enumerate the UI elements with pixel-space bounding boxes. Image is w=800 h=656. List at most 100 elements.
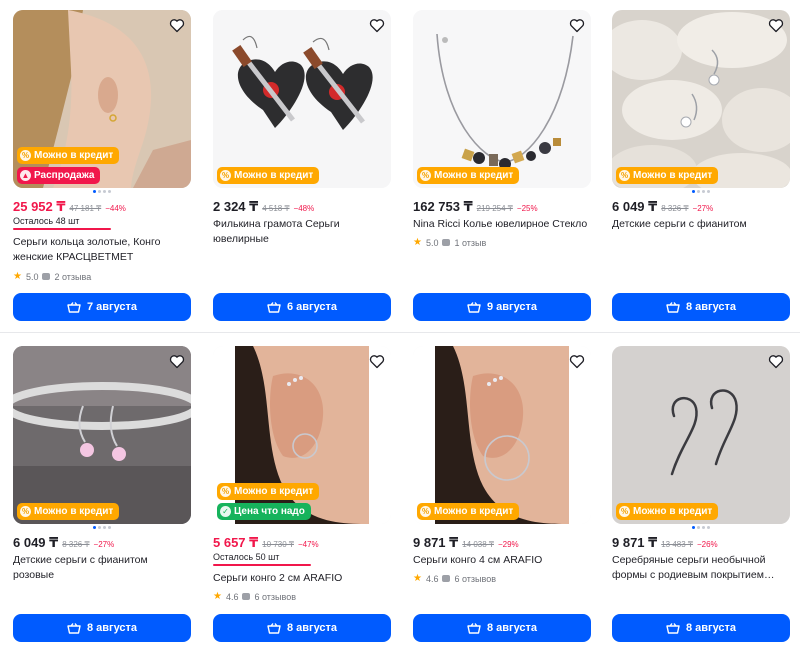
old-price: 8 326 ₸ bbox=[62, 540, 90, 549]
credit-badge: % Можно в кредит bbox=[616, 503, 719, 520]
stock-left: Осталось 50 шт bbox=[213, 552, 280, 562]
add-to-cart-button[interactable]: 7 августа bbox=[13, 293, 191, 321]
discount: −26% bbox=[696, 540, 718, 549]
heart-outline-icon bbox=[169, 354, 185, 368]
product-title[interactable]: Серьги конго 2 см ARAFIO bbox=[213, 571, 391, 586]
stock-bar bbox=[213, 564, 311, 566]
product-card[interactable]: % Можно в кредит 2 324 ₸ 4 518 ₸ −48% Фил… bbox=[213, 10, 391, 321]
product-title[interactable]: Филькина грамота Серьги ювелирные bbox=[213, 217, 391, 247]
discount: −27% bbox=[692, 204, 714, 213]
add-to-cart-button[interactable]: 9 августа bbox=[413, 293, 591, 321]
percent-icon: % bbox=[619, 170, 630, 181]
credit-badge: % Можно в кредит bbox=[217, 167, 320, 184]
credit-badge: % Можно в кредит bbox=[217, 483, 320, 500]
basket-icon bbox=[467, 301, 481, 313]
product-image[interactable]: % Можно в кредит bbox=[413, 346, 591, 524]
favorite-button[interactable] bbox=[166, 350, 188, 372]
favorite-button[interactable] bbox=[366, 350, 388, 372]
product-title[interactable]: Детские серьги с фианитом розовые bbox=[13, 553, 191, 583]
product-title[interactable]: Nina Ricci Колье ювелирное Стекло bbox=[413, 217, 591, 232]
percent-icon: % bbox=[420, 170, 431, 181]
best-price-badge: ✓ Цена что надо bbox=[217, 503, 311, 520]
product-image[interactable]: % Можно в кредит ✓ Цена что надо bbox=[213, 346, 391, 524]
product-title[interactable]: Детские серьги с фианитом bbox=[612, 217, 790, 232]
basket-icon bbox=[666, 622, 680, 634]
reviews-count[interactable]: 1 отзыв bbox=[454, 238, 486, 248]
favorite-button[interactable] bbox=[566, 350, 588, 372]
credit-badge: % Можно в кредит bbox=[17, 147, 120, 164]
reviews-count[interactable]: 2 отзыва bbox=[54, 272, 91, 282]
favorite-button[interactable] bbox=[366, 14, 388, 36]
rating: ★ 4.6 6 отзывов bbox=[413, 573, 496, 584]
basket-icon bbox=[467, 622, 481, 634]
product-image[interactable]: % Можно в кредит bbox=[213, 10, 391, 188]
product-image[interactable]: % Можно в кредит ▲ Распродажа bbox=[13, 10, 191, 188]
price: 162 753 ₸ bbox=[413, 199, 473, 214]
rating: ★ 5.0 1 отзыв bbox=[413, 237, 487, 248]
basket-icon bbox=[67, 301, 81, 313]
reviews-count[interactable]: 6 отзывов bbox=[454, 574, 496, 584]
add-to-cart-button[interactable]: 8 августа bbox=[612, 293, 790, 321]
product-card[interactable]: % Можно в кредит 6 049 ₸ 8 326 ₸ −27% Дет… bbox=[13, 346, 191, 642]
heart-outline-icon bbox=[768, 354, 784, 368]
old-price: 13 483 ₸ bbox=[661, 540, 693, 549]
product-title[interactable]: Серьги конго 4 см ARAFIO bbox=[413, 553, 591, 568]
basket-icon bbox=[666, 301, 680, 313]
add-to-cart-button[interactable]: 8 августа bbox=[413, 614, 591, 642]
product-photo bbox=[413, 10, 591, 188]
comment-icon bbox=[442, 239, 451, 246]
add-to-cart-button[interactable]: 8 августа bbox=[213, 614, 391, 642]
heart-outline-icon bbox=[569, 18, 585, 32]
price: 25 952 ₸ bbox=[13, 199, 66, 214]
image-pager[interactable] bbox=[612, 526, 790, 529]
comment-icon bbox=[42, 273, 51, 280]
product-title[interactable]: Серебряные серьги необычной формы с роди… bbox=[612, 553, 790, 583]
price: 2 324 ₸ bbox=[213, 199, 259, 214]
old-price: 47 181 ₸ bbox=[69, 204, 102, 213]
product-title[interactable]: Серьги кольца золотые, Конго женские КРА… bbox=[13, 235, 191, 265]
star-icon: ★ bbox=[413, 573, 422, 584]
image-pager[interactable] bbox=[13, 190, 191, 193]
product-card[interactable]: % Можно в кредит 162 753 ₸ 219 254 ₸ −25%… bbox=[413, 10, 591, 321]
heart-outline-icon bbox=[369, 354, 385, 368]
sale-badge: ▲ Распродажа bbox=[17, 167, 101, 184]
product-image[interactable]: % Можно в кредит bbox=[612, 346, 790, 524]
favorite-button[interactable] bbox=[566, 14, 588, 36]
product-card[interactable]: % Можно в кредит 9 871 ₸ 14 038 ₸ −29% Се… bbox=[413, 346, 591, 642]
product-card[interactable]: % Можно в кредит 9 871 ₸ 13 483 ₸ −26% Се… bbox=[612, 346, 790, 642]
product-card[interactable]: % Можно в кредит 6 049 ₸ 8 326 ₸ −27% Дет… bbox=[612, 10, 790, 321]
add-to-cart-button[interactable]: 8 августа bbox=[13, 614, 191, 642]
product-card[interactable]: % Можно в кредит ✓ Цена что надо 5 657 ₸ 1… bbox=[213, 346, 391, 642]
product-image[interactable]: % Можно в кредит bbox=[13, 346, 191, 524]
product-photo bbox=[612, 10, 790, 188]
heart-outline-icon bbox=[569, 354, 585, 368]
percent-icon: % bbox=[619, 506, 630, 517]
image-pager[interactable] bbox=[612, 190, 790, 193]
basket-icon bbox=[67, 622, 81, 634]
discount: −47% bbox=[297, 540, 319, 549]
star-icon: ★ bbox=[13, 271, 22, 282]
rating: ★ 5.0 2 отзыва bbox=[13, 271, 92, 282]
stock-left: Осталось 48 шт bbox=[13, 216, 80, 226]
stock-bar bbox=[13, 228, 111, 230]
add-to-cart-button[interactable]: 8 августа bbox=[612, 614, 790, 642]
product-image[interactable]: % Можно в кредит bbox=[612, 10, 790, 188]
percent-icon: % bbox=[20, 506, 31, 517]
price: 9 871 ₸ bbox=[413, 535, 459, 550]
favorite-button[interactable] bbox=[765, 14, 787, 36]
product-image[interactable]: % Можно в кредит bbox=[413, 10, 591, 188]
old-price: 14 038 ₸ bbox=[462, 540, 494, 549]
image-pager[interactable] bbox=[13, 526, 191, 529]
price: 6 049 ₸ bbox=[612, 199, 658, 214]
old-price: 4 518 ₸ bbox=[262, 204, 290, 213]
favorite-button[interactable] bbox=[765, 350, 787, 372]
discount: −44% bbox=[105, 204, 126, 213]
comment-icon bbox=[442, 575, 451, 582]
add-to-cart-button[interactable]: 6 августа bbox=[213, 293, 391, 321]
reviews-count[interactable]: 6 отзывов bbox=[254, 592, 296, 602]
row-divider bbox=[0, 332, 800, 333]
flame-icon: ▲ bbox=[20, 170, 31, 181]
product-card[interactable]: % Можно в кредит ▲ Распродажа 25 952 ₸ 47 … bbox=[13, 10, 191, 321]
credit-badge: % Можно в кредит bbox=[417, 503, 520, 520]
favorite-button[interactable] bbox=[166, 14, 188, 36]
